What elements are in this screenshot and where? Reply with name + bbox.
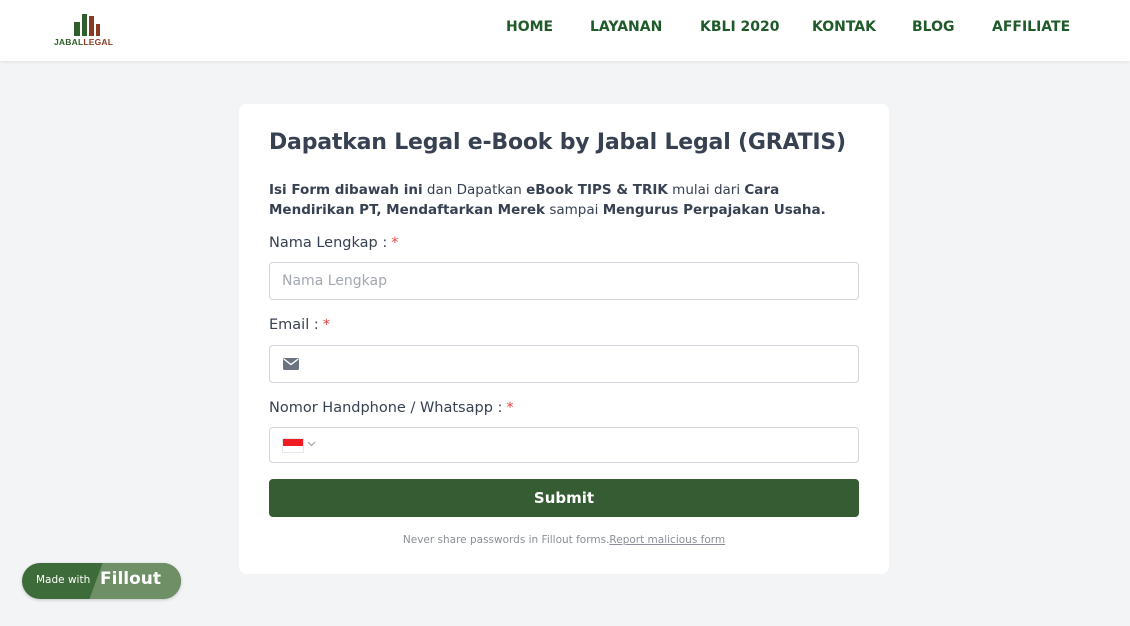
nav-layanan[interactable]: LAYANAN <box>590 19 662 35</box>
submit-button[interactable]: Submit <box>269 479 859 517</box>
main-nav: HOME LAYANAN KBLI 2020 KONTAK BLOG AFFIL… <box>0 19 1130 39</box>
site-header: JABALLEGAL HOME LAYANAN KBLI 2020 KONTAK… <box>0 0 1130 61</box>
report-malicious-link[interactable]: Report malicious form <box>609 534 725 546</box>
mail-icon <box>283 358 299 370</box>
required-mark: * <box>506 400 514 416</box>
required-mark: * <box>391 235 399 251</box>
ebook-form-card: Dapatkan Legal e-Book by Jabal Legal (GR… <box>239 104 889 574</box>
nav-affiliate[interactable]: AFFILIATE <box>992 19 1070 35</box>
name-input[interactable] <box>269 262 859 300</box>
required-mark: * <box>322 317 330 333</box>
email-field[interactable] <box>269 345 859 383</box>
fillout-brand: Fillout <box>100 569 162 589</box>
nav-blog[interactable]: BLOG <box>912 19 955 35</box>
email-label: Email : * <box>269 317 330 333</box>
form-description: Isi Form dibawah ini dan Dapatkan eBook … <box>269 182 826 218</box>
made-with-fillout-badge[interactable]: Made with Fillout <box>22 563 181 599</box>
nav-home[interactable]: HOME <box>506 19 553 35</box>
phone-label: Nomor Handphone / Whatsapp : * <box>269 400 514 416</box>
phone-field[interactable] <box>269 427 859 463</box>
nav-kontak[interactable]: KONTAK <box>812 19 876 35</box>
nav-kbli-2020[interactable]: KBLI 2020 <box>700 19 780 35</box>
security-note: Never share passwords in Fillout forms.R… <box>402 534 726 546</box>
email-input[interactable] <box>310 346 850 382</box>
chevron-down-icon[interactable] <box>307 441 316 447</box>
phone-input[interactable] <box>326 428 846 462</box>
indonesia-flag-icon[interactable] <box>282 438 304 453</box>
form-title: Dapatkan Legal e-Book by Jabal Legal (GR… <box>269 130 846 155</box>
name-label: Nama Lengkap : * <box>269 235 399 251</box>
